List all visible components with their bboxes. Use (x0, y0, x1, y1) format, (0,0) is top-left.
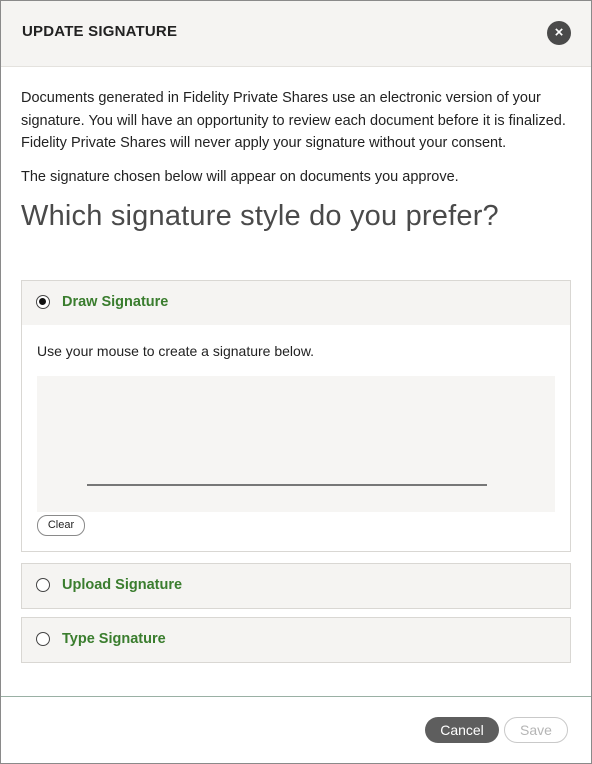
upload-signature-label[interactable]: Upload Signature (62, 577, 182, 593)
signature-note: The signature chosen below will appear o… (21, 168, 459, 185)
signature-baseline (87, 484, 487, 486)
draw-signature-header[interactable]: Draw Signature (22, 281, 570, 325)
draw-signature-label[interactable]: Draw Signature (62, 294, 168, 310)
cancel-button[interactable]: Cancel (425, 717, 499, 743)
update-signature-dialog: UPDATE SIGNATURE × Documents generated i… (0, 0, 592, 764)
intro-text: Documents generated in Fidelity Private … (21, 90, 566, 151)
type-signature-header[interactable]: Type Signature (22, 618, 570, 662)
draw-signature-radio[interactable] (36, 295, 50, 309)
dialog-header: UPDATE SIGNATURE × (1, 1, 591, 67)
type-signature-label[interactable]: Type Signature (62, 631, 166, 647)
close-icon[interactable]: × (547, 21, 571, 45)
type-signature-radio[interactable] (36, 632, 50, 646)
signature-style-question: Which signature style do you prefer? (21, 199, 499, 232)
upload-signature-option[interactable]: Upload Signature (21, 563, 571, 609)
upload-signature-header[interactable]: Upload Signature (22, 564, 570, 608)
upload-signature-radio[interactable] (36, 578, 50, 592)
signature-pad[interactable] (37, 376, 555, 512)
clear-button[interactable]: Clear (37, 515, 85, 536)
footer-divider (1, 696, 591, 697)
dialog-content: Documents generated in Fidelity Private … (21, 87, 573, 233)
draw-instruction: Use your mouse to create a signature bel… (37, 343, 315, 359)
dialog-title: UPDATE SIGNATURE (22, 23, 178, 40)
save-button[interactable]: Save (504, 717, 568, 743)
draw-signature-panel: Use your mouse to create a signature bel… (22, 325, 570, 551)
draw-signature-option: Draw Signature Use your mouse to create … (21, 280, 571, 552)
type-signature-option[interactable]: Type Signature (21, 617, 571, 663)
